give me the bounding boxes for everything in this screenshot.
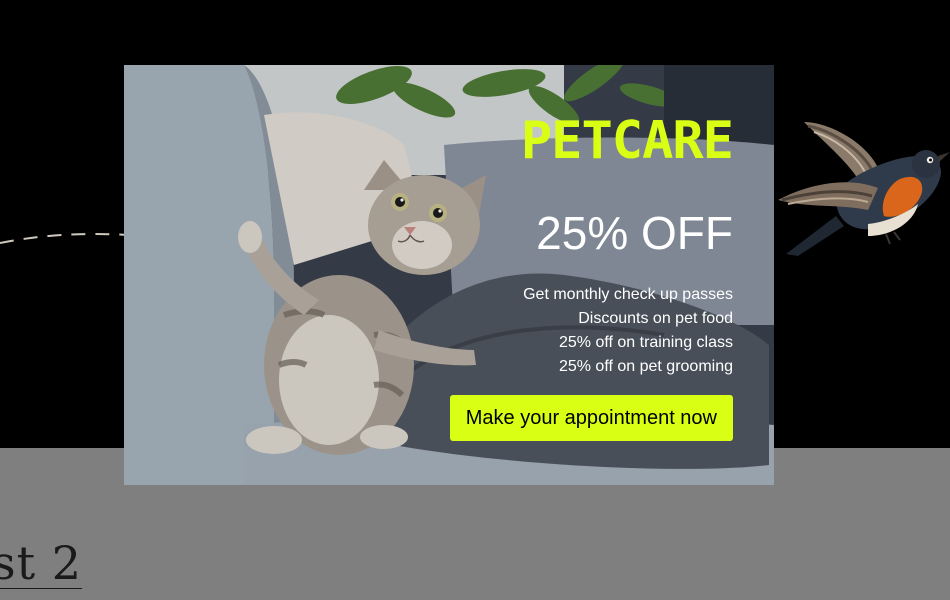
benefits-list: Get monthly check up passes Discounts on…: [523, 283, 733, 379]
bird-illustration: [778, 122, 950, 256]
promo-modal: PETCARE 25% OFF Get monthly check up pas…: [124, 65, 774, 485]
offer-headline: 25% OFF: [536, 207, 733, 259]
benefit-item: Discounts on pet food: [578, 310, 733, 327]
benefit-item: 25% off on training class: [558, 334, 733, 351]
page-heading: st 2: [0, 540, 82, 589]
brand-title: PETCARE: [520, 111, 734, 171]
make-appointment-button[interactable]: Make your appointment now: [449, 395, 733, 441]
benefit-item: Get monthly check up passes: [523, 286, 733, 303]
benefit-item: 25% off on pet grooming: [558, 358, 733, 375]
dashed-path-decoration: [0, 233, 129, 244]
